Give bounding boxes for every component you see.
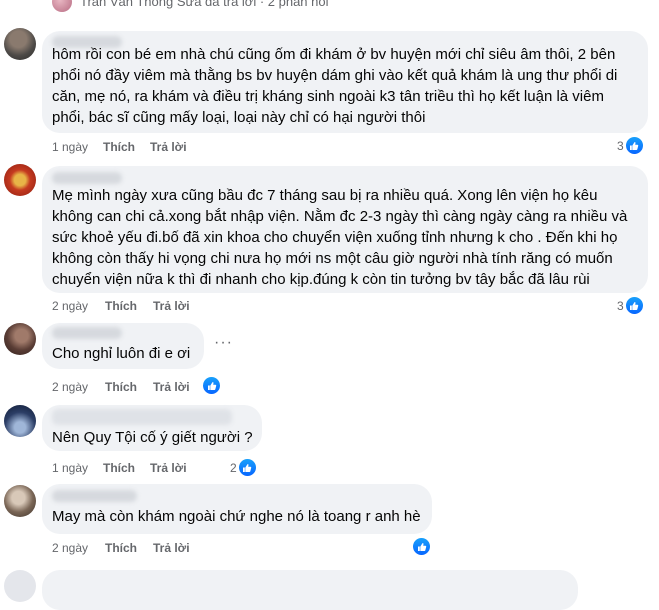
like-button[interactable]: Thích — [103, 461, 135, 475]
comment-text: Cho nghỉ luôn đi e ơi — [52, 345, 191, 362]
comment-bubble — [42, 570, 578, 610]
avatar[interactable] — [4, 405, 36, 437]
avatar[interactable] — [4, 570, 36, 602]
comment-bubble: Cho nghỉ luôn đi e ơi — [42, 323, 204, 369]
reply-button[interactable]: Trả lời — [150, 461, 187, 475]
comment-text: May mà còn khám ngoài chứ nghe nó là toa… — [52, 508, 421, 525]
comment-text: Nên Quy Tội cố ý giết người ? — [52, 429, 253, 446]
comment-bubble: hôm rồi con bé em nhà chú cũng ốm đi khá… — [42, 31, 648, 133]
comment-text: Mẹ mình ngày xưa cũng bầu đc 7 tháng sau… — [52, 187, 628, 288]
like-button[interactable]: Thích — [105, 541, 137, 555]
reply-button[interactable]: Trả lời — [153, 541, 190, 555]
reaction-number: 3 — [617, 138, 624, 153]
comment-text: hôm rồi con bé em nhà chú cũng ốm đi khá… — [52, 46, 618, 126]
like-icon — [624, 136, 644, 155]
like-icon — [412, 537, 431, 556]
comment-actions: 2 ngày Thích Trả lời — [52, 380, 212, 394]
comment-time[interactable]: 2 ngày — [52, 541, 88, 555]
comment-bubble: Mẹ mình ngày xưa cũng bầu đc 7 tháng sau… — [42, 166, 648, 293]
reply-button[interactable]: Trả lời — [153, 380, 190, 394]
reaction-count[interactable]: 3 — [617, 136, 644, 155]
more-dots-icon[interactable]: ··· — [214, 334, 233, 352]
comment-time[interactable]: 2 ngày — [52, 299, 88, 313]
comment-bubble: May mà còn khám ngoài chứ nghe nó là toa… — [42, 484, 432, 534]
like-button[interactable]: Thích — [103, 140, 135, 154]
avatar[interactable] — [4, 28, 36, 60]
avatar[interactable] — [4, 485, 36, 517]
reaction-count[interactable]: 2 — [230, 458, 257, 477]
comment-actions: 1 ngày Thích Trả lời — [52, 140, 212, 154]
author-name-blurred[interactable] — [52, 327, 122, 339]
avatar[interactable] — [4, 323, 36, 355]
like-icon — [237, 458, 257, 477]
reaction-count[interactable] — [412, 537, 431, 556]
comment-actions: 1 ngày Thích Trả lời — [52, 461, 212, 475]
reaction-count[interactable] — [202, 376, 221, 395]
comment-time[interactable]: 1 ngày — [52, 461, 88, 475]
like-button[interactable]: Thích — [105, 299, 137, 313]
comment-bubble: Nên Quy Tội cố ý giết người ? — [42, 405, 262, 451]
reaction-number: 3 — [617, 298, 624, 313]
reaction-number: 2 — [230, 460, 237, 475]
author-name-blurred[interactable] — [52, 490, 137, 502]
reply-avatar — [52, 0, 72, 12]
comment-time[interactable]: 2 ngày — [52, 380, 88, 394]
author-name-blurred[interactable] — [52, 409, 232, 425]
like-button[interactable]: Thích — [105, 380, 137, 394]
reaction-count[interactable]: 3 — [617, 296, 644, 315]
avatar[interactable] — [4, 164, 36, 196]
like-icon — [624, 296, 644, 315]
reply-summary[interactable]: Trần Văn Thông Sửa đã trả lời · 2 phản h… — [80, 0, 329, 9]
like-icon — [202, 376, 221, 395]
reply-button[interactable]: Trả lời — [153, 299, 190, 313]
comment-actions: 2 ngày Thích Trả lời — [52, 299, 212, 313]
author-name-blurred[interactable] — [52, 172, 122, 184]
comment-actions: 2 ngày Thích Trả lời — [52, 541, 212, 555]
reply-button[interactable]: Trả lời — [150, 140, 187, 154]
comment-time[interactable]: 1 ngày — [52, 140, 88, 154]
